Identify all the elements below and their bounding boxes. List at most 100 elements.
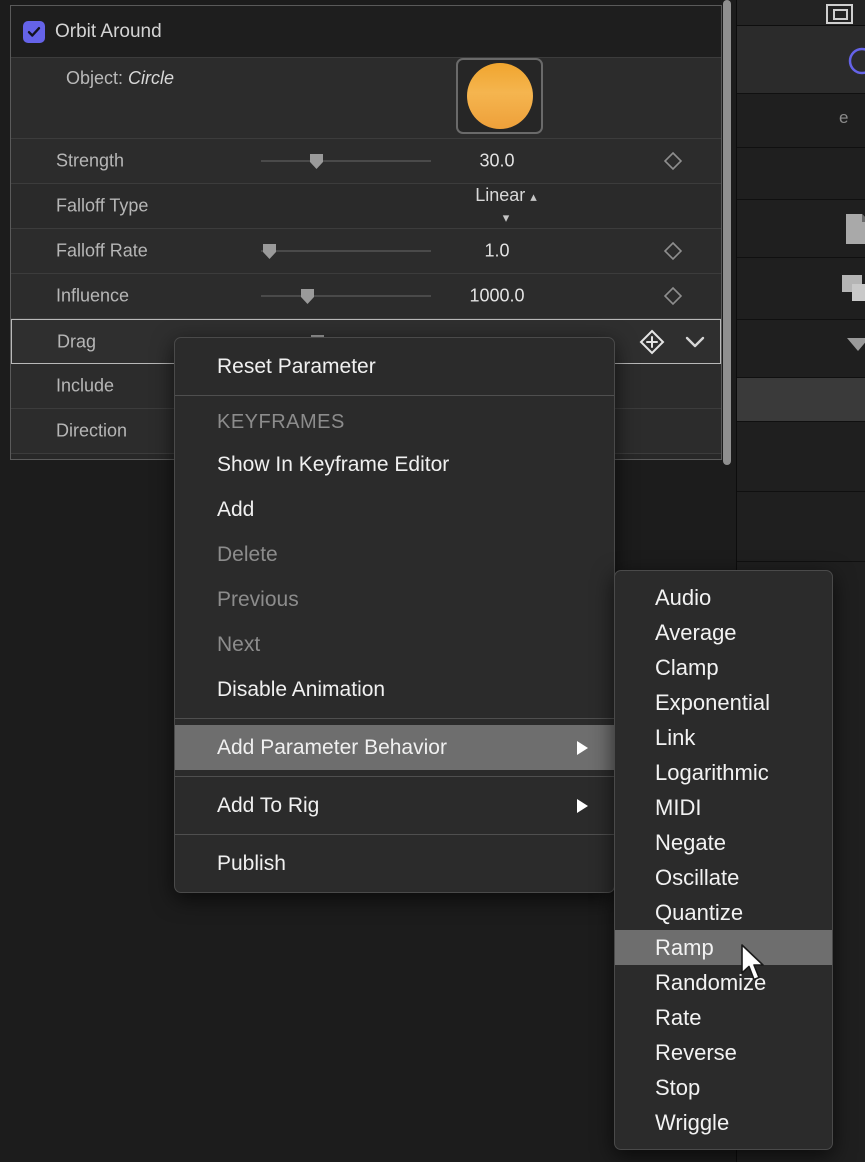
- param-label: Drag: [57, 331, 96, 352]
- influence-slider[interactable]: [261, 288, 431, 304]
- menu-item-delete: Delete: [175, 532, 614, 577]
- right-panel-row-8[interactable]: [737, 492, 865, 562]
- param-label: Falloff Rate: [56, 241, 148, 262]
- submenu-item-wriggle[interactable]: Wriggle: [615, 1105, 832, 1140]
- app-root: e: [0, 0, 865, 1162]
- menu-item-add[interactable]: Add: [175, 487, 614, 532]
- submenu-item-label: Negate: [655, 830, 726, 856]
- submenu-item-label: Exponential: [655, 690, 770, 716]
- menu-separator: [175, 834, 614, 835]
- frame-icon[interactable]: [825, 2, 855, 26]
- submenu-item-midi[interactable]: MIDI: [615, 790, 832, 825]
- enable-behavior-checkbox[interactable]: [23, 21, 45, 43]
- object-label: Object: Circle: [66, 68, 174, 89]
- submenu-item-label: Reverse: [655, 1040, 737, 1066]
- submenu-item-label: MIDI: [655, 795, 701, 821]
- submenu-item-label: Oscillate: [655, 865, 739, 891]
- submenu-item-audio[interactable]: Audio: [615, 580, 832, 615]
- menu-item-show-in-keyframe-editor[interactable]: Show In Keyframe Editor: [175, 442, 614, 487]
- param-label: Falloff Type: [56, 196, 148, 217]
- menu-item-reset-parameter[interactable]: Reset Parameter: [175, 344, 614, 389]
- triangle-down-icon[interactable]: [844, 334, 865, 354]
- submenu-arrow-icon: [574, 739, 590, 757]
- right-panel-row-5[interactable]: [737, 258, 865, 320]
- submenu-item-label: Stop: [655, 1075, 700, 1101]
- keyframe-diamond-icon[interactable]: [663, 286, 683, 306]
- falloff-rate-slider[interactable]: [261, 243, 431, 259]
- right-panel-row-4[interactable]: [737, 200, 865, 258]
- menu-item-label: Disable Animation: [217, 678, 385, 702]
- submenu-item-label: Link: [655, 725, 695, 751]
- inspector-scrollbar[interactable]: [723, 0, 731, 465]
- keyframe-diamond-active-icon[interactable]: [639, 329, 665, 355]
- param-row-strength[interactable]: Strength 30.0: [11, 139, 721, 184]
- submenu-item-average[interactable]: Average: [615, 615, 832, 650]
- keyframe-diamond-icon[interactable]: [663, 151, 683, 171]
- context-menu: Reset Parameter KEYFRAMES Show In Keyfra…: [174, 337, 615, 893]
- menu-separator: [175, 776, 614, 777]
- slider-thumb[interactable]: [308, 153, 325, 170]
- submenu-item-label: Logarithmic: [655, 760, 769, 786]
- submenu-item-rate[interactable]: Rate: [615, 1000, 832, 1035]
- param-row-falloff-rate[interactable]: Falloff Rate 1.0: [11, 229, 721, 274]
- parameter-behavior-submenu: Audio Average Clamp Exponential Link Log…: [614, 570, 833, 1150]
- menu-item-label: Add: [217, 498, 254, 522]
- menu-item-label: Publish: [217, 852, 286, 876]
- submenu-item-label: Audio: [655, 585, 711, 611]
- submenu-item-label: Randomize: [655, 970, 766, 996]
- right-panel-row-2[interactable]: e: [737, 94, 865, 148]
- menu-item-disable-animation[interactable]: Disable Animation: [175, 667, 614, 712]
- right-panel-row-3[interactable]: [737, 148, 865, 200]
- submenu-item-stop[interactable]: Stop: [615, 1070, 832, 1105]
- menu-item-publish[interactable]: Publish: [175, 841, 614, 886]
- menu-item-previous: Previous: [175, 577, 614, 622]
- submenu-item-randomize[interactable]: Randomize: [615, 965, 832, 1000]
- submenu-item-negate[interactable]: Negate: [615, 825, 832, 860]
- menu-item-label: Delete: [217, 543, 278, 567]
- submenu-item-label: Clamp: [655, 655, 719, 681]
- object-thumbnail-well[interactable]: [456, 58, 543, 134]
- slider-thumb[interactable]: [261, 243, 278, 260]
- chevron-down-icon[interactable]: [684, 334, 706, 350]
- right-panel-partial-label: e: [839, 108, 848, 128]
- param-value[interactable]: 30.0: [441, 151, 553, 172]
- menu-item-label: Next: [217, 633, 260, 657]
- param-label: Direction: [56, 421, 127, 442]
- submenu-item-exponential[interactable]: Exponential: [615, 685, 832, 720]
- param-value[interactable]: 1000.0: [441, 286, 553, 307]
- right-panel-row-7[interactable]: [737, 422, 865, 492]
- menu-item-add-to-rig[interactable]: Add To Rig: [175, 783, 614, 828]
- object-value-text[interactable]: Circle: [128, 68, 174, 88]
- page-title: Orbit Around: [55, 21, 162, 43]
- submenu-item-logarithmic[interactable]: Logarithmic: [615, 755, 832, 790]
- submenu-item-reverse[interactable]: Reverse: [615, 1035, 832, 1070]
- submenu-item-oscillate[interactable]: Oscillate: [615, 860, 832, 895]
- submenu-item-link[interactable]: Link: [615, 720, 832, 755]
- object-row: Object: Circle: [11, 58, 721, 139]
- submenu-item-clamp[interactable]: Clamp: [615, 650, 832, 685]
- menu-item-label: Add To Rig: [217, 794, 319, 818]
- submenu-item-ramp[interactable]: Ramp: [615, 930, 832, 965]
- strength-slider[interactable]: [261, 153, 431, 169]
- param-label: Strength: [56, 151, 124, 172]
- keyframe-diamond-icon[interactable]: [663, 241, 683, 261]
- menu-section-header-keyframes: KEYFRAMES: [175, 402, 614, 442]
- right-panel-row-1[interactable]: [737, 26, 865, 94]
- submenu-item-label: Average: [655, 620, 737, 646]
- submenu-item-quantize[interactable]: Quantize: [615, 895, 832, 930]
- param-row-falloff-type[interactable]: Falloff Type Linear▴▾: [11, 184, 721, 229]
- object-label-text: Object:: [66, 68, 123, 88]
- slider-thumb[interactable]: [299, 288, 316, 305]
- param-row-influence[interactable]: Influence 1000.0: [11, 274, 721, 319]
- param-value[interactable]: 1.0: [441, 241, 553, 262]
- menu-item-add-parameter-behavior[interactable]: Add Parameter Behavior: [175, 725, 614, 770]
- slider-track: [261, 160, 431, 162]
- submenu-item-label: Rate: [655, 1005, 701, 1031]
- param-value: Linear: [475, 185, 525, 205]
- param-label: Include: [56, 376, 114, 397]
- menu-item-label: Add Parameter Behavior: [217, 736, 447, 760]
- falloff-type-stepper[interactable]: Linear▴▾: [441, 185, 571, 227]
- right-panel-row-6[interactable]: [737, 320, 865, 378]
- menu-separator: [175, 718, 614, 719]
- right-panel-row-selected[interactable]: [737, 378, 865, 422]
